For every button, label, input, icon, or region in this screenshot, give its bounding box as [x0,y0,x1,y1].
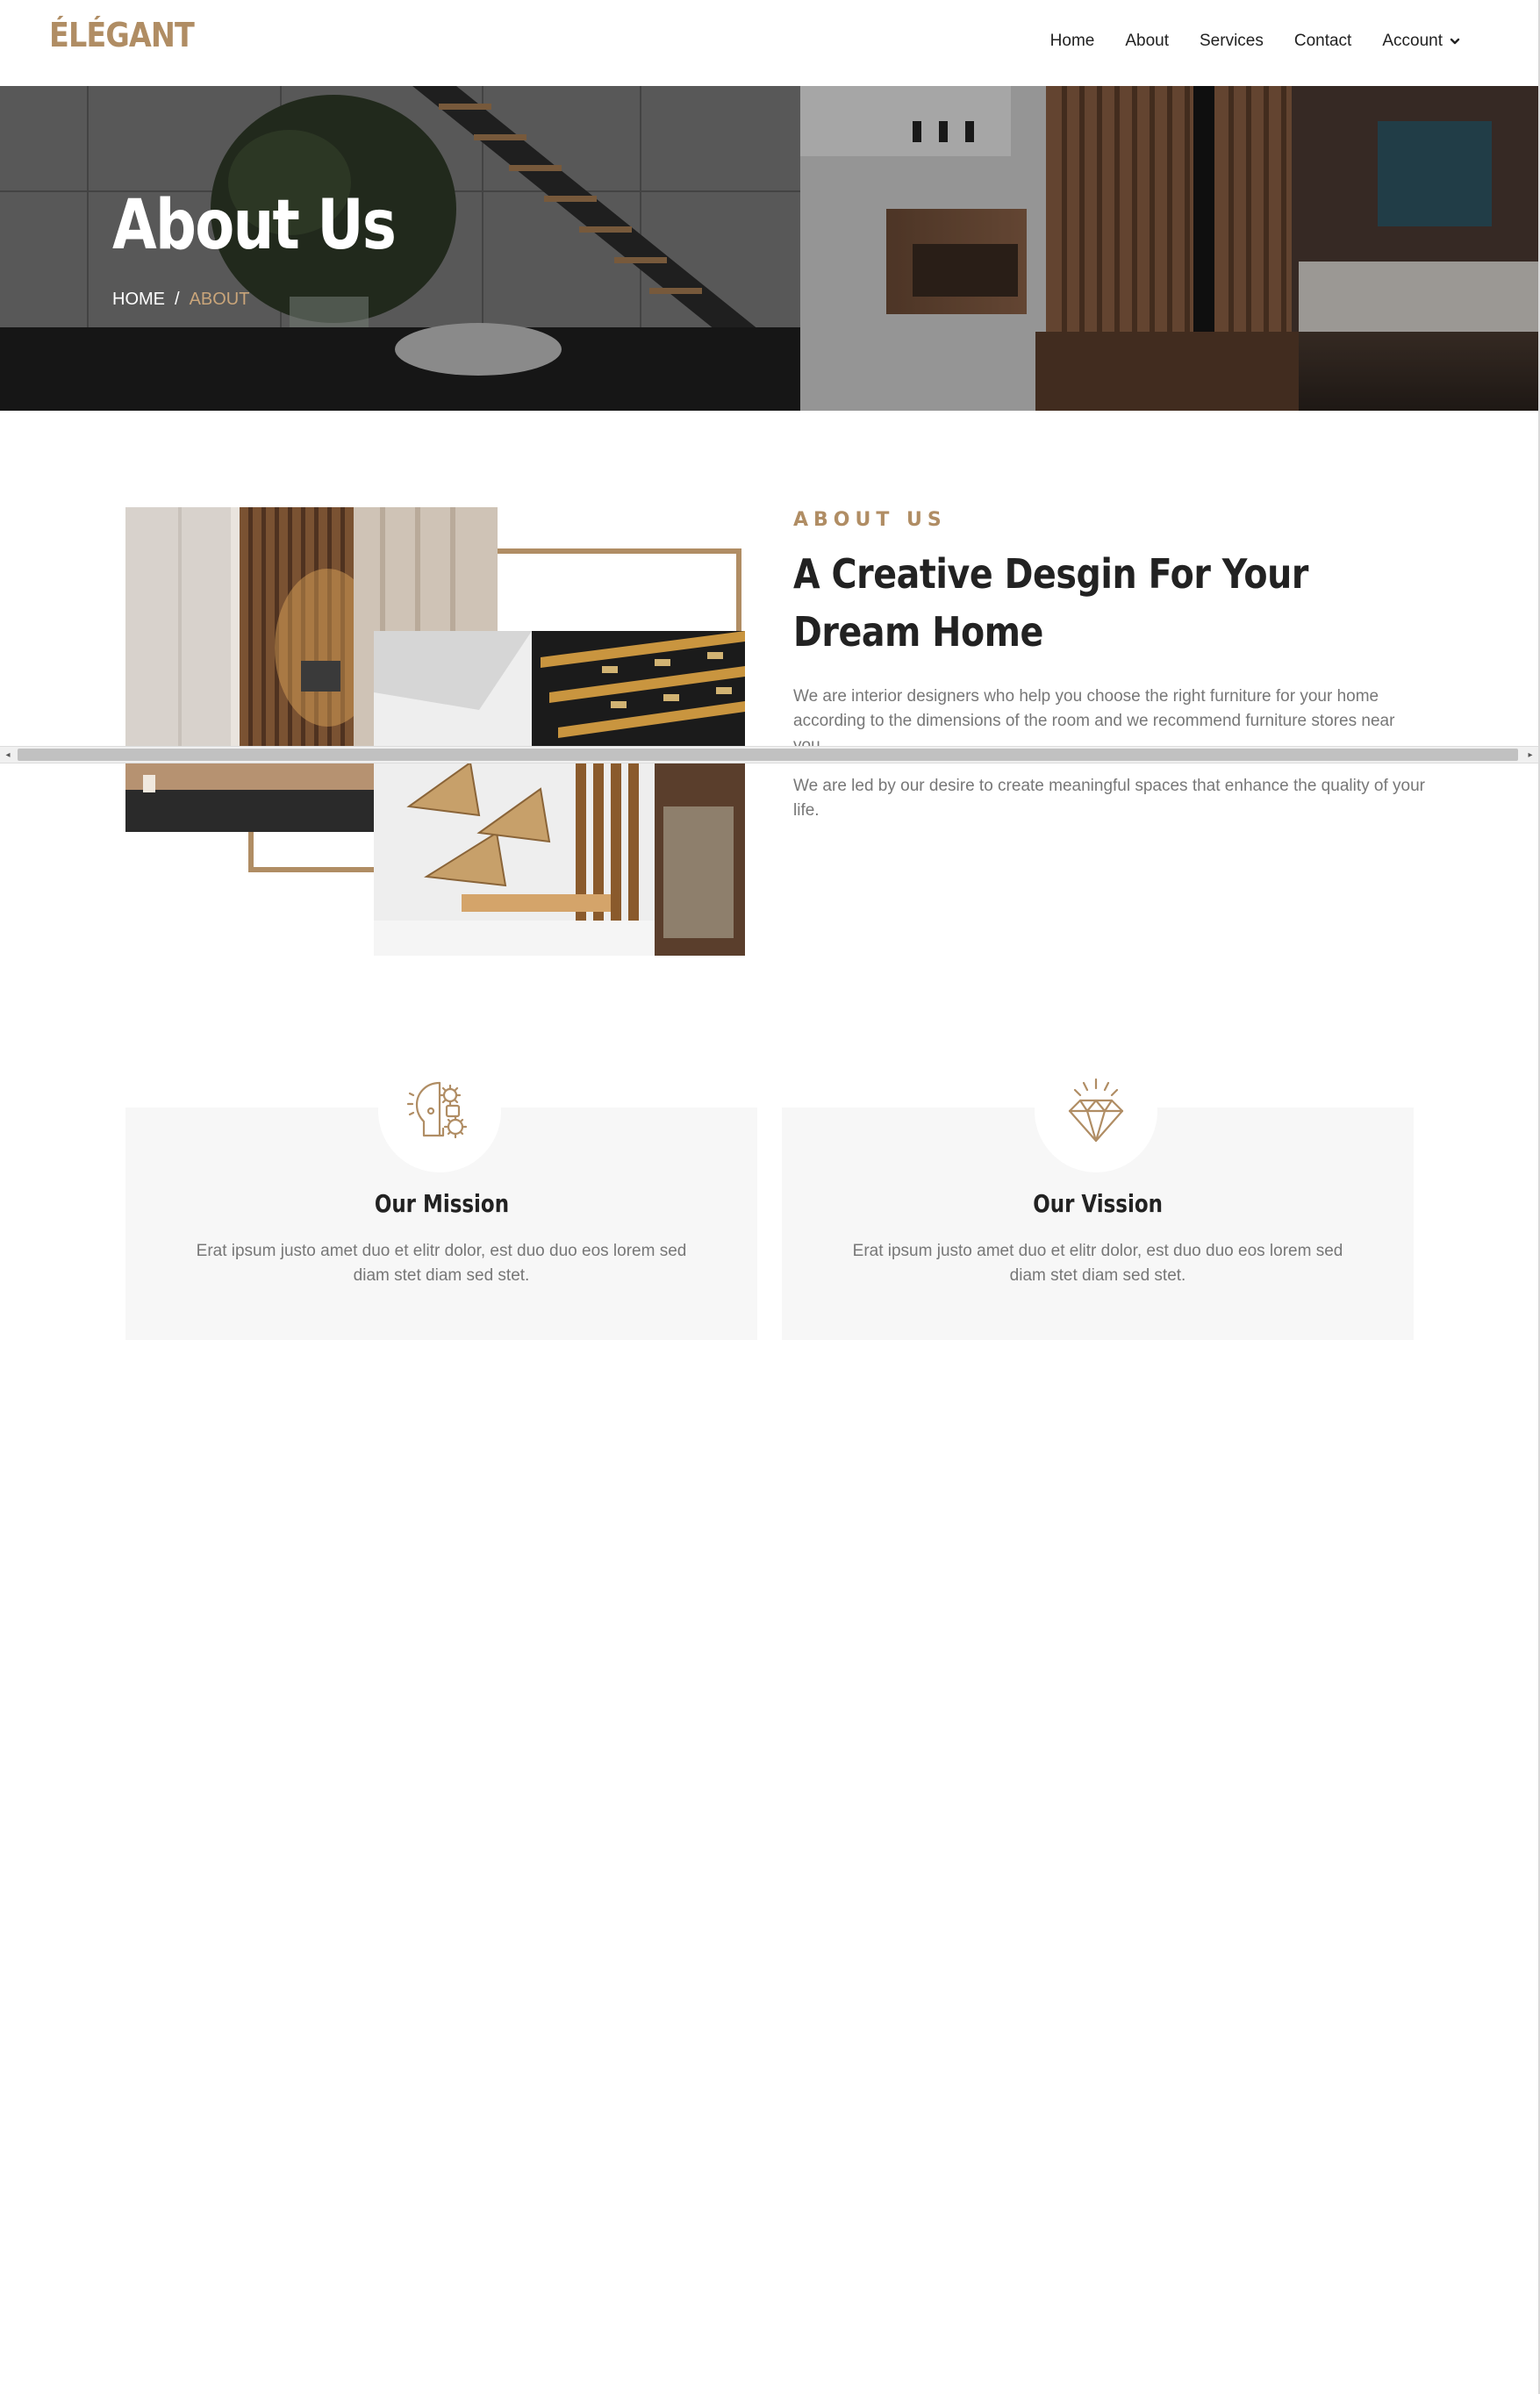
mission-icon-badge [378,1050,501,1172]
main-menu: Home About Services Contact Account [1050,32,1461,51]
nav-item-services[interactable]: Services [1200,32,1264,51]
vision-title-text: Our Vission [1033,1189,1163,1218]
interior-photo-2 [374,631,745,956]
mission-title: Our Mission [125,1189,757,1218]
breadcrumb-home[interactable]: HOME [112,290,165,310]
horizontal-scrollbar[interactable]: ◂ ▸ [0,746,1538,763]
page-title: About Us [112,186,397,265]
about-paragraph-1: We are interior designers who help you c… [793,687,1395,755]
section-heading: A Creative Desgin For Your Dream Home [793,550,1308,656]
vision-description: Erat ipsum justo amet duo et elitr dolor… [852,1242,1343,1285]
nav-item-account[interactable]: Account [1382,32,1461,51]
mission-description: Erat ipsum justo amet duo et elitr dolor… [196,1242,687,1285]
vision-icon-badge [1035,1050,1157,1172]
head-gears-icon [406,1081,468,1139]
scroll-right-arrow-icon[interactable]: ▸ [1522,747,1538,763]
about-section: ABOUT US A Creative Desgin For Your Drea… [793,509,1425,661]
mission-card: Our Mission Erat ipsum justo amet duo et… [125,1050,757,1340]
diamond-icon [1068,1078,1124,1143]
nav-item-home[interactable]: Home [1050,32,1095,51]
navbar: ÉLÉGANT Home About Services Contact Acco… [0,0,1538,87]
hero-banner: About Us HOME / ABOUT [0,86,1538,411]
about-paragraph-2: We are led by our desire to create meani… [793,777,1425,820]
mission-title-text: Our Mission [374,1189,509,1218]
scroll-left-arrow-icon[interactable]: ◂ [0,747,16,763]
scrollbar-thumb[interactable] [18,749,1518,761]
logo[interactable]: ÉLÉGANT [49,16,195,54]
about-image-collage [125,507,745,956]
breadcrumb-current: ABOUT [189,290,250,309]
section-eyebrow: ABOUT US [793,509,947,531]
account-label: Account [1382,32,1443,50]
nav-item-about[interactable]: About [1125,32,1169,51]
vision-card: Our Vission Erat ipsum justo amet duo et… [782,1050,1414,1340]
nav-item-contact[interactable]: Contact [1294,32,1351,51]
breadcrumb: HOME / ABOUT [112,290,249,310]
breadcrumb-separator: / [175,290,180,309]
page: ÉLÉGANT Home About Services Contact Acco… [0,0,1540,2394]
chevron-down-icon [1450,38,1460,45]
vision-title: Our Vission [782,1189,1414,1218]
